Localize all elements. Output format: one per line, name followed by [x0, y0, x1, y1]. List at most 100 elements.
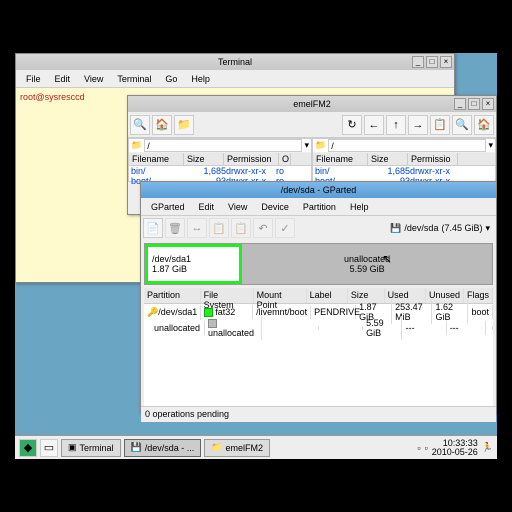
zoom-in-icon[interactable]: 🔍: [130, 115, 150, 135]
key-icon: 🔑: [147, 307, 158, 317]
tray-icon[interactable]: ▫: [417, 443, 420, 453]
home-icon[interactable]: 🏠: [152, 115, 172, 135]
taskbar: ◆ ▭ ▣ Terminal 💾 /dev/sda - ... 📁 emelFM…: [15, 435, 497, 459]
device-selector[interactable]: 💾 /dev/sda (7.45 GiB) ▾: [386, 223, 494, 234]
dropdown-icon[interactable]: ▾: [304, 140, 309, 151]
right-path-input[interactable]: [328, 139, 486, 152]
gp-toolbar: 📄 🗑 ↔ 📋 📋 ↶ ✓ 💾 /dev/sda (7.45 GiB) ▾: [141, 216, 496, 240]
task-emelfm2[interactable]: 📁 emelFM2: [204, 439, 270, 457]
undo-icon[interactable]: ↶: [253, 218, 273, 238]
menu-gparted[interactable]: GParted: [145, 200, 191, 214]
gp-title: /dev/sda - GParted: [281, 185, 357, 195]
gparted-window: /dev/sda - GParted GParted Edit View Dev…: [140, 181, 497, 413]
fm-right-pane: 📁 ▾ Filename Size Permissio bin/ 1,685 d…: [312, 138, 496, 182]
col-permission[interactable]: Permission: [224, 153, 279, 165]
menu-device[interactable]: Device: [255, 200, 295, 214]
menu-edit[interactable]: Edit: [49, 72, 77, 86]
disk-diagram: /dev/sda1 1.87 GiB unallocated 5.59 GiB …: [144, 243, 493, 285]
right-file-header: Filename Size Permissio: [313, 153, 495, 166]
menu-edit[interactable]: Edit: [193, 200, 221, 214]
dropdown-icon: ▾: [485, 223, 490, 234]
maximize-button[interactable]: □: [468, 98, 480, 110]
terminal-icon: ▣: [68, 442, 77, 453]
col-partition[interactable]: Partition: [144, 288, 201, 303]
part-size: 5.59 GiB: [350, 264, 385, 274]
terminal-prompt: root@sysresccd: [20, 92, 85, 102]
clock: 10:33:33 2010-05-26: [432, 439, 478, 457]
left-file-header: Filename Size Permission O: [129, 153, 311, 166]
folder-icon: 📁: [211, 442, 222, 453]
col-owner[interactable]: O: [279, 153, 291, 165]
menu-view[interactable]: View: [78, 72, 109, 86]
start-menu-icon[interactable]: ◆: [19, 439, 37, 457]
task-terminal[interactable]: ▣ Terminal: [61, 439, 121, 457]
menu-help[interactable]: Help: [344, 200, 375, 214]
terminal-title: Terminal: [218, 57, 252, 67]
gp-titlebar[interactable]: /dev/sda - GParted: [141, 182, 496, 198]
maximize-button[interactable]: □: [426, 56, 438, 68]
file-row[interactable]: bin/ 1,685 drwxr-xr-x: [313, 166, 495, 176]
col-filename[interactable]: Filename: [129, 153, 184, 165]
folder-icon: 📁: [131, 140, 142, 151]
tray-icon[interactable]: ▫: [425, 443, 428, 453]
col-label[interactable]: Label: [307, 288, 348, 303]
home-icon[interactable]: 🏠: [474, 115, 494, 135]
user-icon[interactable]: 🏃: [482, 442, 493, 453]
menu-go[interactable]: Go: [159, 72, 183, 86]
arrow-up-icon[interactable]: ↑: [386, 115, 406, 135]
device-name: /dev/sda: [404, 223, 438, 233]
disk-icon: 💾: [390, 223, 401, 234]
resize-icon[interactable]: ↔: [187, 218, 207, 238]
device-size: (7.45 GiB): [441, 223, 482, 233]
new-partition-icon[interactable]: 📄: [143, 218, 163, 238]
col-filesystem[interactable]: File System: [201, 288, 254, 303]
paste-icon[interactable]: 📋: [231, 218, 251, 238]
copy-icon[interactable]: 📋: [209, 218, 229, 238]
minimize-button[interactable]: _: [454, 98, 466, 110]
partition-unallocated[interactable]: unallocated 5.59 GiB ↖: [242, 244, 492, 284]
fm-left-pane: 📁 ▾ Filename Size Permission O bin/ 1,68…: [128, 138, 312, 182]
file-row[interactable]: bin/ 1,685 drwxr-xr-x ro: [129, 166, 311, 176]
apply-icon[interactable]: ✓: [275, 218, 295, 238]
minimize-button[interactable]: _: [412, 56, 424, 68]
partition-table: Partition File System Mount Point Label …: [144, 288, 493, 406]
show-desktop-icon[interactable]: ▭: [40, 439, 58, 457]
dropdown-icon[interactable]: ▾: [488, 140, 493, 151]
fs-swatch-icon: [208, 319, 217, 328]
table-row[interactable]: unallocated unallocated 5.59 GiB --- ---: [144, 320, 493, 336]
col-size[interactable]: Size: [184, 153, 224, 165]
gp-menubar: GParted Edit View Device Partition Help: [141, 198, 496, 216]
refresh-icon[interactable]: ↻: [342, 115, 362, 135]
menu-partition[interactable]: Partition: [297, 200, 342, 214]
close-button[interactable]: ×: [440, 56, 452, 68]
left-path-input[interactable]: [144, 139, 302, 152]
task-gparted[interactable]: 💾 /dev/sda - ...: [124, 439, 202, 457]
arrow-right-icon[interactable]: →: [408, 115, 428, 135]
menu-file[interactable]: File: [20, 72, 47, 86]
menu-terminal[interactable]: Terminal: [111, 72, 157, 86]
col-mountpoint[interactable]: Mount Point: [254, 288, 307, 303]
menu-view[interactable]: View: [222, 200, 253, 214]
terminal-menubar: File Edit View Terminal Go Help: [16, 70, 454, 88]
gp-statusbar: 0 operations pending: [141, 406, 496, 422]
part-name: /dev/sda1: [152, 254, 235, 264]
delete-icon[interactable]: 🗑: [165, 218, 185, 238]
zoom-icon[interactable]: 🔍: [452, 115, 472, 135]
disk-icon: 💾: [131, 442, 142, 453]
col-size[interactable]: Size: [368, 153, 408, 165]
terminal-titlebar[interactable]: Terminal _ □ ×: [16, 54, 454, 70]
col-permission[interactable]: Permissio: [408, 153, 458, 165]
status-text: 0 operations pending: [145, 409, 229, 419]
menu-help[interactable]: Help: [185, 72, 216, 86]
arrow-left-icon[interactable]: ←: [364, 115, 384, 135]
folder-icon[interactable]: 📁: [174, 115, 194, 135]
table-row[interactable]: 🔑/dev/sda1 fat32 /livemnt/boot PENDRIVE …: [144, 304, 493, 320]
folder-icon: 📁: [315, 140, 326, 151]
copy-icon[interactable]: 📋: [430, 115, 450, 135]
close-button[interactable]: ×: [482, 98, 494, 110]
partition-sda1[interactable]: /dev/sda1 1.87 GiB: [145, 244, 242, 284]
cursor-icon: ↖: [382, 252, 392, 266]
fm-titlebar[interactable]: emelFM2 _ □ ×: [128, 96, 496, 112]
part-size: 1.87 GiB: [152, 264, 235, 274]
col-filename[interactable]: Filename: [313, 153, 368, 165]
